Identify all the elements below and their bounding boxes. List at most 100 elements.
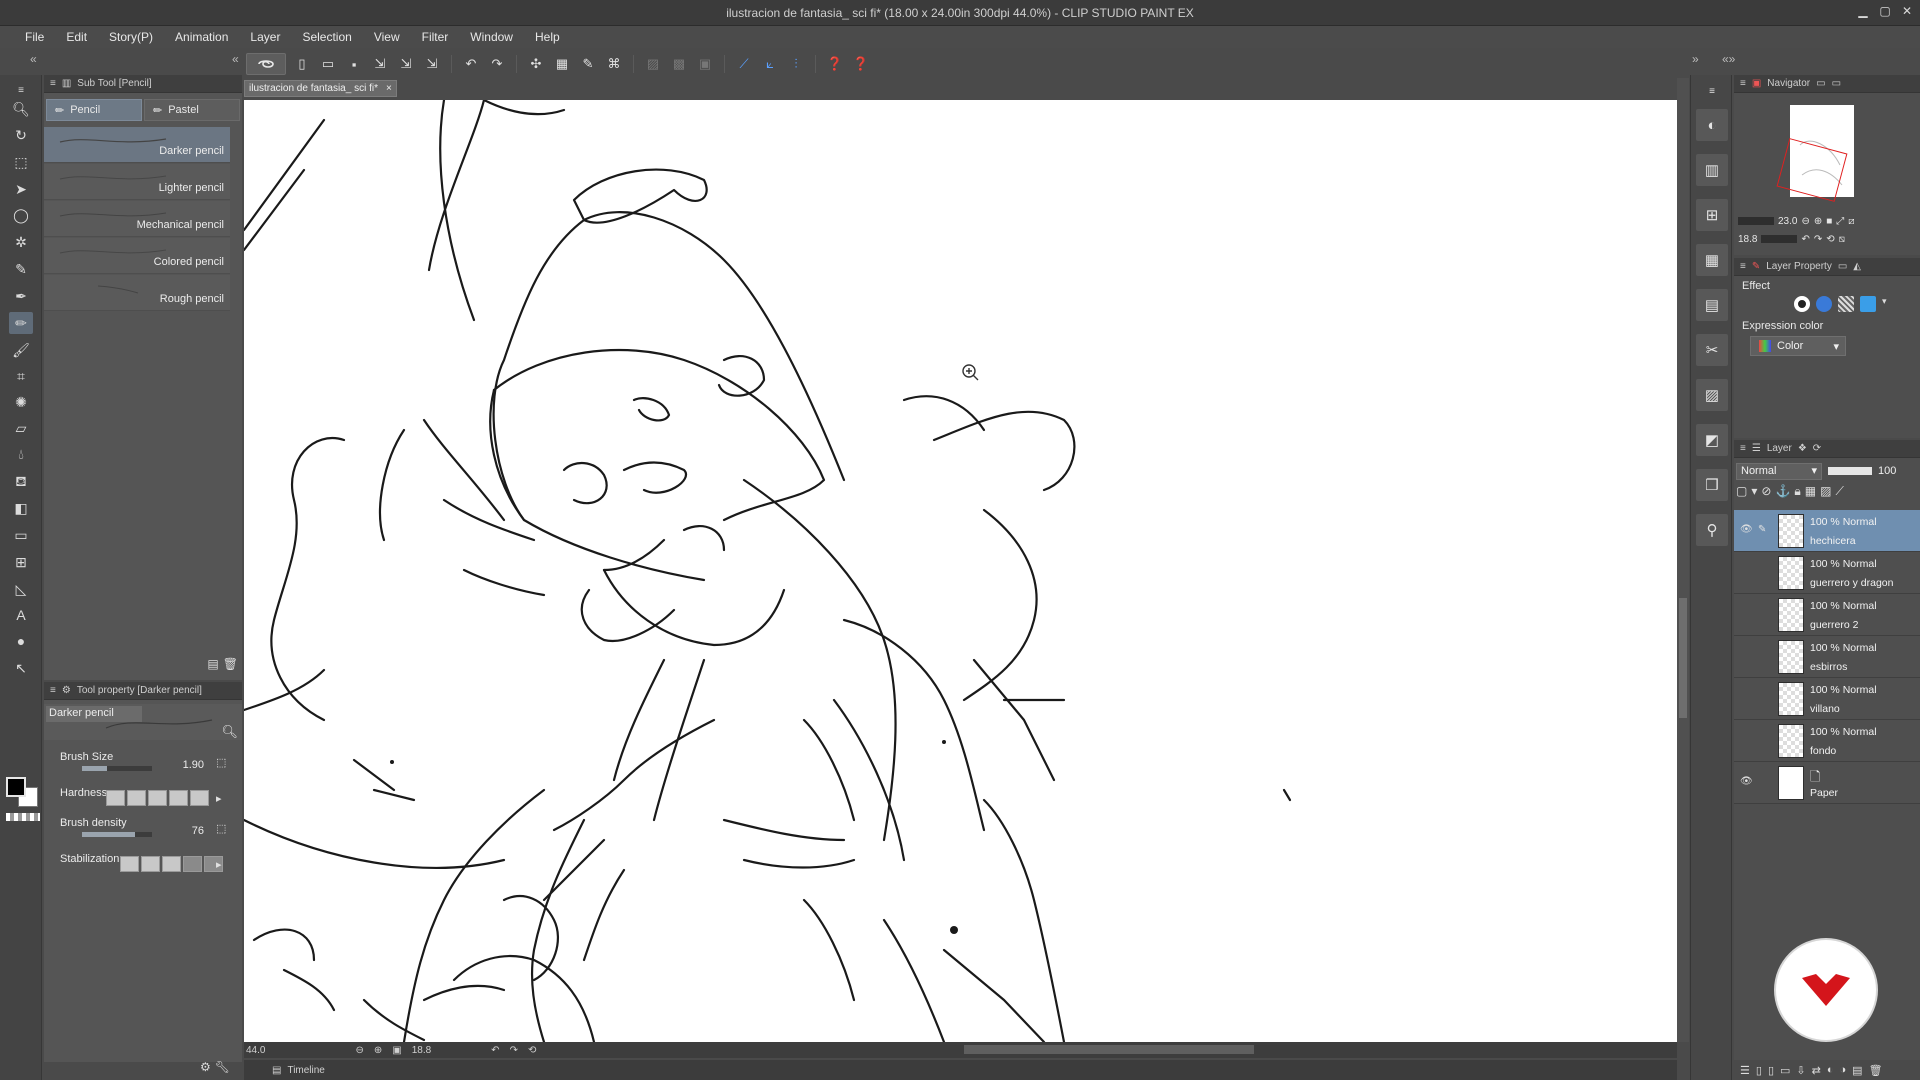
edit-pen-icon[interactable]: ✎ (1758, 524, 1766, 535)
eyedropper-tool-icon[interactable]: ✎ (9, 258, 33, 280)
transfer-icon[interactable]: ⇄ (1812, 1064, 1821, 1077)
new-file-icon[interactable]: ▯ (292, 54, 312, 74)
text-tool-icon[interactable]: A (9, 604, 33, 626)
clip-studio-icon[interactable] (246, 53, 286, 75)
layer-row[interactable]: 👁︎ ✎ 100 % Normal hechicera (1734, 510, 1920, 552)
pressure-settings-icon[interactable]: ⬚ (216, 822, 226, 835)
color-slider-panel-icon[interactable]: ▥ (1696, 154, 1728, 186)
flip-horizontal-icon[interactable]: ⧄ (1848, 216, 1854, 227)
tab-pencil[interactable]: ✏ Pencil (46, 99, 142, 121)
level-segment[interactable] (141, 856, 160, 872)
navigator-angle-value[interactable]: 18.8 (1738, 234, 1757, 245)
layer-row-paper[interactable]: 👁︎ 🗋 Paper (1734, 762, 1920, 804)
fill-tool-icon[interactable]: ⛾ (9, 471, 33, 493)
level-segment[interactable] (120, 856, 139, 872)
rotate-right-icon[interactable]: ↷ (1814, 234, 1822, 245)
level-segment[interactable] (169, 790, 188, 806)
duplicate-subtool-icon[interactable]: ▤ (207, 657, 218, 671)
rotate-right-icon[interactable]: ↷ (510, 1045, 518, 1056)
blend-mode-dropdown[interactable]: Normal ▾ (1736, 462, 1822, 480)
menu-story[interactable]: Story(P) (98, 26, 164, 48)
fit-icon[interactable]: ▣ (392, 1045, 401, 1056)
material-panel-icon[interactable]: ▨ (1696, 379, 1728, 411)
draft-layer-icon[interactable]: ▤ (1852, 1064, 1862, 1077)
scale-icon[interactable]: ▦ (552, 54, 572, 74)
layer-row[interactable]: 100 % Normal fondo (1734, 720, 1920, 762)
pen-tool-icon[interactable]: ✒ (9, 285, 33, 307)
layer-row[interactable]: 100 % Normal guerrero 2 (1734, 594, 1920, 636)
document-tab[interactable]: ilustracion de fantasia_ sci fi* × (244, 80, 397, 97)
intermediate-color-panel-icon[interactable]: ▦ (1696, 244, 1728, 276)
reference-layer-icon[interactable]: ⚓ (1775, 484, 1790, 504)
blend-tool-icon[interactable]: 💧︎ (9, 443, 33, 465)
close-tab-icon[interactable]: × (386, 83, 392, 94)
lock-transparent-icon[interactable]: ▦ (1805, 484, 1816, 504)
transform-icon[interactable]: ✣ (526, 54, 546, 74)
fill-selection-icon[interactable]: ▩ (669, 54, 689, 74)
panel-menu-icon[interactable]: ≡ (50, 78, 56, 89)
delete-subtool-icon[interactable]: 🗑︎ (223, 657, 238, 671)
menu-window[interactable]: Window (459, 26, 524, 48)
snap-special-ruler-icon[interactable]: ⟀ (760, 54, 780, 74)
layer-row[interactable]: 100 % Normal villano (1734, 678, 1920, 720)
hardness-selector[interactable] (106, 790, 209, 806)
ruler-display-icon[interactable]: ⟋ (1835, 484, 1843, 504)
level-segment[interactable] (162, 856, 181, 872)
3d-panel-icon[interactable]: ⚲ (1696, 514, 1728, 546)
color-history-panel-icon[interactable]: ✂ (1696, 334, 1728, 366)
zoom-slider[interactable] (1738, 217, 1774, 225)
help-icon[interactable]: ❓ (825, 54, 845, 74)
layer-panel-menu-icon[interactable]: ☰ (1740, 1064, 1750, 1077)
lock-icon[interactable]: 🔒︎ (1794, 484, 1800, 504)
mask-enable-icon[interactable]: ▨ (1820, 484, 1831, 504)
scroll-thumb[interactable] (1679, 598, 1687, 718)
chevron-right-icon[interactable]: ▸ (216, 858, 222, 871)
level-segment[interactable] (106, 790, 125, 806)
expand-right-icon[interactable]: » (1692, 52, 1699, 66)
menu-file[interactable]: File (14, 26, 55, 48)
level-segment[interactable] (190, 790, 209, 806)
snap-ruler-icon[interactable]: ⟋ (734, 54, 754, 74)
airbrush-tool-icon[interactable]: ⌗ (9, 365, 33, 387)
info-tab-icon[interactable]: ▭ (1832, 78, 1841, 89)
wrench-icon[interactable]: 🔧︎ (215, 1060, 230, 1074)
chevron-down-icon[interactable]: ▾ (1751, 484, 1757, 504)
ruler-tool-icon[interactable]: ◺ (9, 578, 33, 600)
zoom-in-icon[interactable]: ⊕ (1814, 216, 1822, 227)
clip-icon[interactable]: ⊘ (1761, 484, 1771, 504)
chevron-right-icon[interactable]: ▸ (216, 792, 222, 805)
correct-line-tool-icon[interactable]: ↖ (9, 657, 33, 679)
fill-icon[interactable]: ✎ (578, 54, 598, 74)
transparent-color-swatch[interactable] (6, 813, 40, 821)
apply-mask-icon[interactable]: ◑ (1840, 1064, 1847, 1076)
level-segment[interactable] (183, 856, 202, 872)
rotate-slider[interactable] (1761, 235, 1798, 243)
pressure-settings-icon[interactable]: ⬚ (216, 756, 226, 769)
operation-tool-icon[interactable]: ⬚ (9, 151, 33, 173)
flip-vertical-icon[interactable]: ⧅ (1839, 234, 1845, 245)
save-icon[interactable]: ▪ (344, 54, 364, 74)
free-transform-icon[interactable]: ⌘ (604, 54, 624, 74)
border-effect-icon[interactable] (1794, 296, 1810, 312)
undo-icon[interactable]: ↶ (461, 54, 481, 74)
open-file-icon[interactable]: ▭ (318, 54, 338, 74)
panel-menu-icon[interactable]: ≡ (50, 685, 56, 696)
panel-menu-icon[interactable]: ≡ (1740, 443, 1746, 454)
figure-tool-icon[interactable]: ▭ (9, 524, 33, 546)
chevron-down-icon[interactable]: ▾ (1882, 296, 1890, 312)
zoom-tool-icon[interactable]: 🔍︎ (9, 98, 33, 120)
snap-grid-icon[interactable]: ⫶ (786, 54, 806, 74)
opacity-value[interactable]: 100 (1878, 465, 1896, 477)
panel-menu-icon[interactable]: ≡ (1696, 79, 1728, 103)
mask-icon[interactable]: ◐ (1827, 1064, 1834, 1076)
stabilization-selector[interactable] (120, 856, 223, 872)
balloon-tool-icon[interactable]: ● (9, 630, 33, 652)
layer-color-icon[interactable] (1860, 296, 1876, 312)
fit-to-navigator-icon[interactable]: ⤢ (1836, 216, 1844, 227)
brush-density-slider[interactable] (82, 832, 152, 837)
menu-animation[interactable]: Animation (164, 26, 239, 48)
export-icon[interactable]: ⇲ (370, 54, 390, 74)
brush-tool-icon[interactable]: 🖌︎ (9, 339, 33, 361)
settings-icon[interactable]: ⚙ (200, 1060, 211, 1074)
layer-property-title[interactable]: Layer Property (1766, 261, 1832, 272)
